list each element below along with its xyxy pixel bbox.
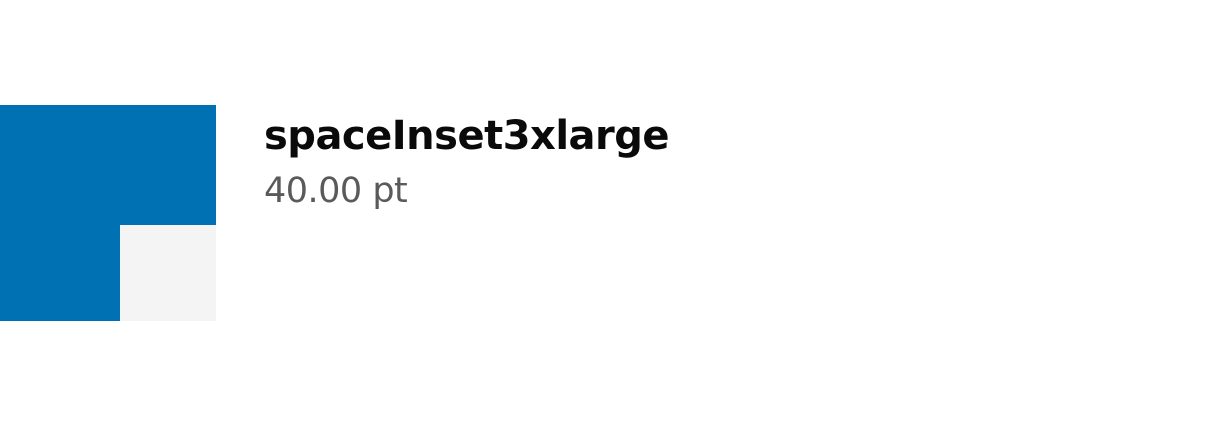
spacing-swatch-inset-area	[120, 225, 216, 321]
token-value: 40.00 pt	[264, 171, 408, 211]
spacing-swatch	[0, 105, 216, 321]
token-name: spaceInset3xlarge	[264, 113, 670, 159]
